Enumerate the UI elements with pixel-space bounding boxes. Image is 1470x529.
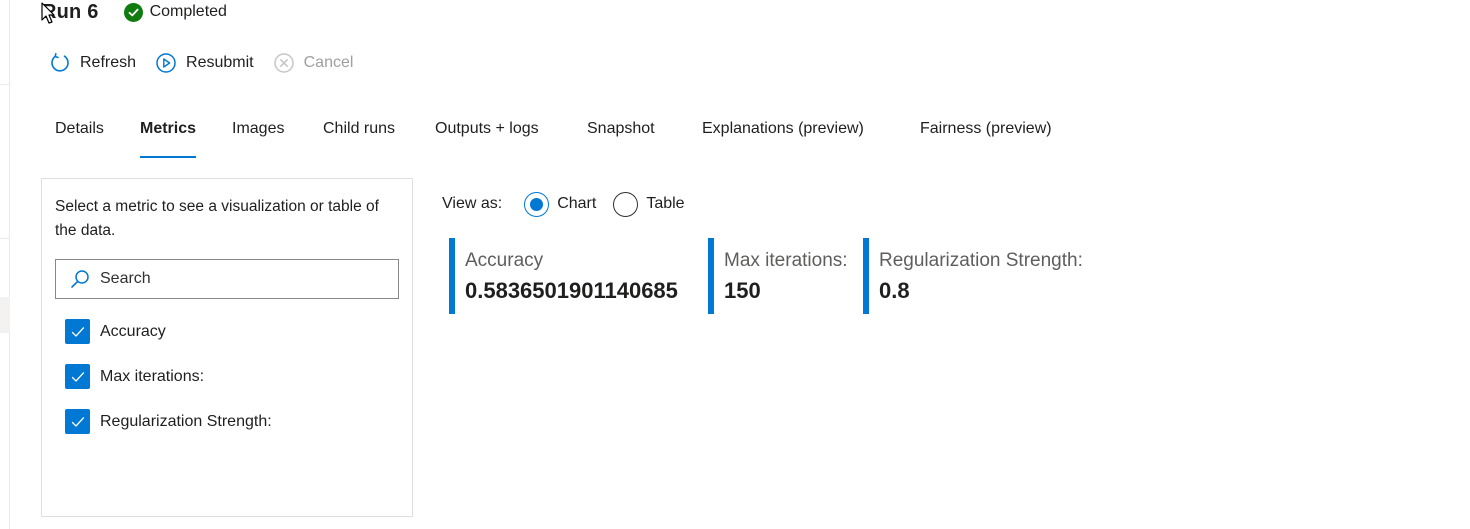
tab-child-runs[interactable]: Child runs [323,120,395,158]
radio-selected-icon[interactable] [524,191,550,217]
rail-divider [0,238,10,239]
cancel-button[interactable]: Cancel [273,52,354,74]
metric-checkbox-label: Max iterations: [100,367,205,385]
metric-selector-panel: Select a metric to see a visualization o… [41,178,413,517]
tab-images[interactable]: Images [232,120,284,158]
resubmit-label: Resubmit [186,54,254,71]
radio-chart-label: Chart [557,195,597,212]
checkbox-checked-icon[interactable] [65,364,90,389]
metric-tile-max-iterations: Max iterations: 150 [708,238,848,314]
tab-snapshot[interactable]: Snapshot [587,120,655,158]
cancel-circle-icon [273,53,294,73]
resubmit-button[interactable]: Resubmit [155,52,254,74]
radio-unselected-icon[interactable] [613,191,639,217]
search-input[interactable] [100,270,380,288]
radio-table-label: Table [646,195,685,212]
radio-table[interactable]: Table [613,191,685,217]
left-rail [0,0,10,529]
view-as-label: View as: [442,195,503,212]
metric-tile-label: Max iterations: [724,250,848,271]
title-row: Run 6 Completed [42,0,227,24]
metric-checkbox-label: Accuracy [100,322,166,340]
panel-hint-text: Select a metric to see a visualization o… [55,198,379,239]
metric-checkbox-label: Regularization Strength: [100,412,272,430]
metric-tile-accuracy: Accuracy 0.5836501901140685 [449,238,678,314]
radio-chart[interactable]: Chart [524,191,597,217]
mouse-cursor-icon [41,2,55,24]
metric-tile-value: 0.8 [879,278,910,303]
metric-checkbox-regularization-strength[interactable]: Regularization Strength: [65,409,272,434]
play-circle-icon [156,53,176,73]
refresh-label: Refresh [80,54,137,71]
metric-tile-value: 0.5836501901140685 [465,278,678,303]
search-icon [71,270,89,288]
refresh-icon [51,53,69,72]
tab-explanations[interactable]: Explanations (preview) [702,120,864,158]
checkbox-checked-icon[interactable] [65,409,90,434]
metric-tile-regularization-strength: Regularization Strength: 0.8 [863,238,1083,314]
status-badge: Completed [123,2,227,22]
status-text: Completed [149,3,227,20]
checkbox-checked-icon[interactable] [65,319,90,344]
tab-metrics[interactable]: Metrics [140,120,197,158]
tab-details[interactable]: Details [55,120,104,158]
cancel-label: Cancel [303,54,354,71]
check-circle-icon [123,2,143,22]
rail-highlight [0,297,10,333]
metric-tile-label: Regularization Strength: [879,250,1083,271]
tab-fairness[interactable]: Fairness (preview) [920,120,1052,158]
view-as-selector: View as: Chart Table [442,190,685,218]
command-bar: Refresh Resubmit Cancel [49,50,372,76]
rail-divider [0,84,10,85]
metric-checkbox-max-iterations[interactable]: Max iterations: [65,364,204,389]
metric-tile-value: 150 [724,278,761,303]
metric-checkbox-accuracy[interactable]: Accuracy [65,319,166,344]
metric-tile-label: Accuracy [465,250,544,271]
refresh-button[interactable]: Refresh [49,52,136,74]
tab-outputs-logs[interactable]: Outputs + logs [435,120,539,158]
search-box[interactable] [55,259,399,299]
